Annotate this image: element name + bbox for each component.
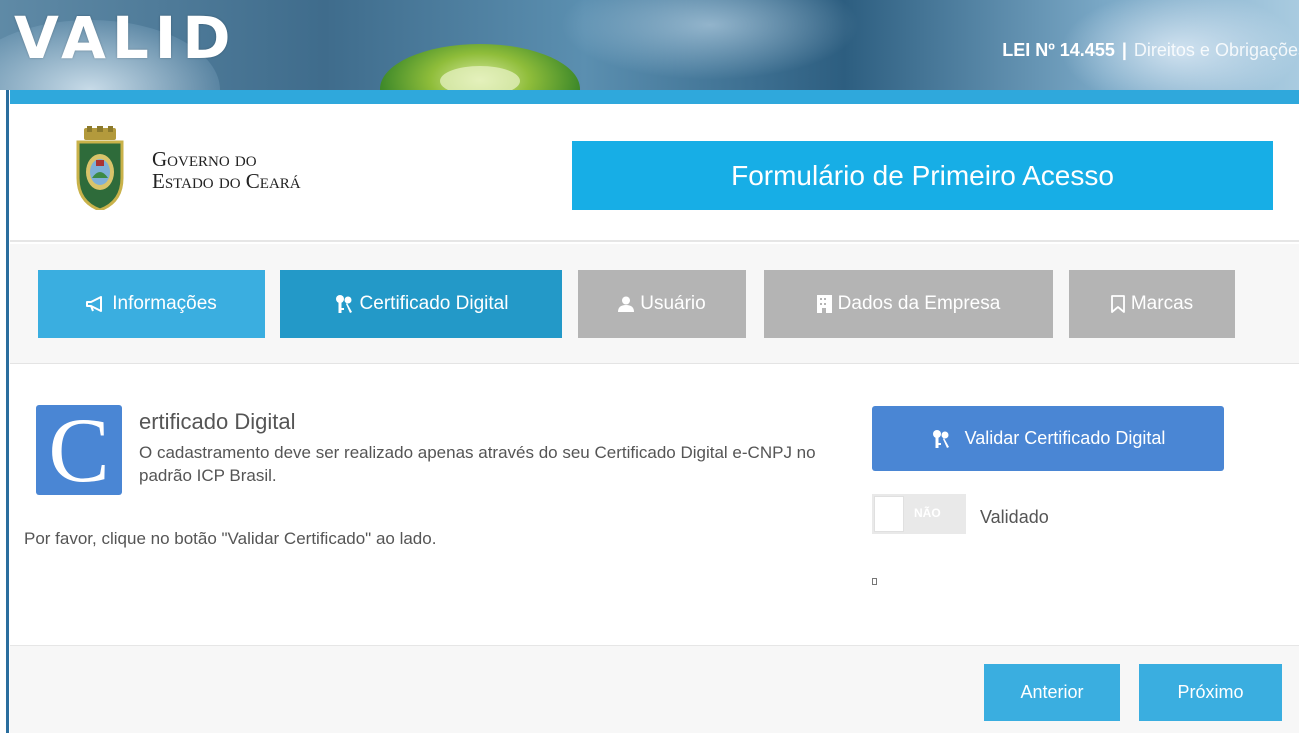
bookmark-icon	[1110, 295, 1125, 313]
header-banner: VALID LEI Nº 14.455 | Direitos e Obrigaç…	[0, 0, 1299, 90]
status-placeholder-glyph	[872, 578, 877, 585]
tab-label: Dados da Empresa	[837, 293, 1001, 314]
dropcap-letter: C	[36, 404, 122, 496]
certificate-note: Por favor, clique no botão "Validar Cert…	[24, 529, 437, 548]
megaphone-icon	[86, 296, 103, 312]
validate-button-label: Validar Certificado Digital	[964, 428, 1166, 448]
tab-label: Marcas	[1130, 293, 1194, 314]
coat-of-arms-icon	[76, 126, 124, 210]
wizard-footer: Anterior Próximo	[10, 645, 1299, 733]
government-name-line2: Estado do Ceará	[152, 169, 301, 193]
certificate-heading: ertificado Digital	[139, 409, 296, 434]
banner-bottle-image	[560, 0, 860, 80]
tab-label: Informações	[112, 293, 217, 314]
keys-icon	[335, 295, 352, 313]
tab-dados-da-empresa[interactable]: Dados da Empresa	[764, 270, 1053, 338]
wizard-tabs: Informações Certificado Digital Usuário …	[10, 244, 1299, 364]
previous-button[interactable]: Anterior	[984, 664, 1120, 721]
tab-usuario[interactable]: Usuário	[578, 270, 746, 338]
certificate-description: O cadastramento deve ser realizado apena…	[139, 443, 816, 485]
government-header: Governo do Estado do Ceará Formulário de…	[10, 104, 1299, 242]
tab-informacoes[interactable]: Informações	[38, 270, 265, 338]
toggle-knob	[874, 496, 904, 532]
building-icon	[816, 295, 832, 313]
banner-bottle-cap-image	[440, 66, 520, 90]
valid-logo: VALID	[14, 4, 237, 72]
tab-marcas[interactable]: Marcas	[1069, 270, 1235, 338]
tab-certificado-digital[interactable]: Certificado Digital	[280, 270, 562, 338]
certificate-panel: C ertificado Digital O cadastramento dev…	[10, 365, 1299, 645]
tab-label: Usuário	[640, 293, 706, 314]
law-link[interactable]: LEI Nº 14.455 | Direitos e Obrigações	[1002, 40, 1299, 61]
law-separator: |	[1121, 40, 1127, 60]
government-name: Governo do Estado do Ceará	[152, 148, 301, 192]
validate-certificate-button[interactable]: Validar Certificado Digital	[872, 406, 1224, 471]
validated-label: Validado	[980, 507, 1049, 527]
toggle-state-text: NÃO	[914, 506, 941, 520]
tab-label: Certificado Digital	[359, 293, 509, 314]
user-icon	[618, 296, 635, 312]
left-frame	[0, 90, 10, 733]
law-description: Direitos e Obrigações	[1133, 40, 1299, 60]
accent-bar	[10, 90, 1299, 104]
keys-icon	[932, 429, 949, 448]
next-button[interactable]: Próximo	[1139, 664, 1282, 721]
law-number: LEI Nº 14.455	[1002, 40, 1115, 60]
form-title: Formulário de Primeiro Acesso	[572, 141, 1273, 210]
validated-toggle[interactable]: NÃO	[872, 494, 966, 534]
government-name-line1: Governo do	[152, 147, 257, 171]
